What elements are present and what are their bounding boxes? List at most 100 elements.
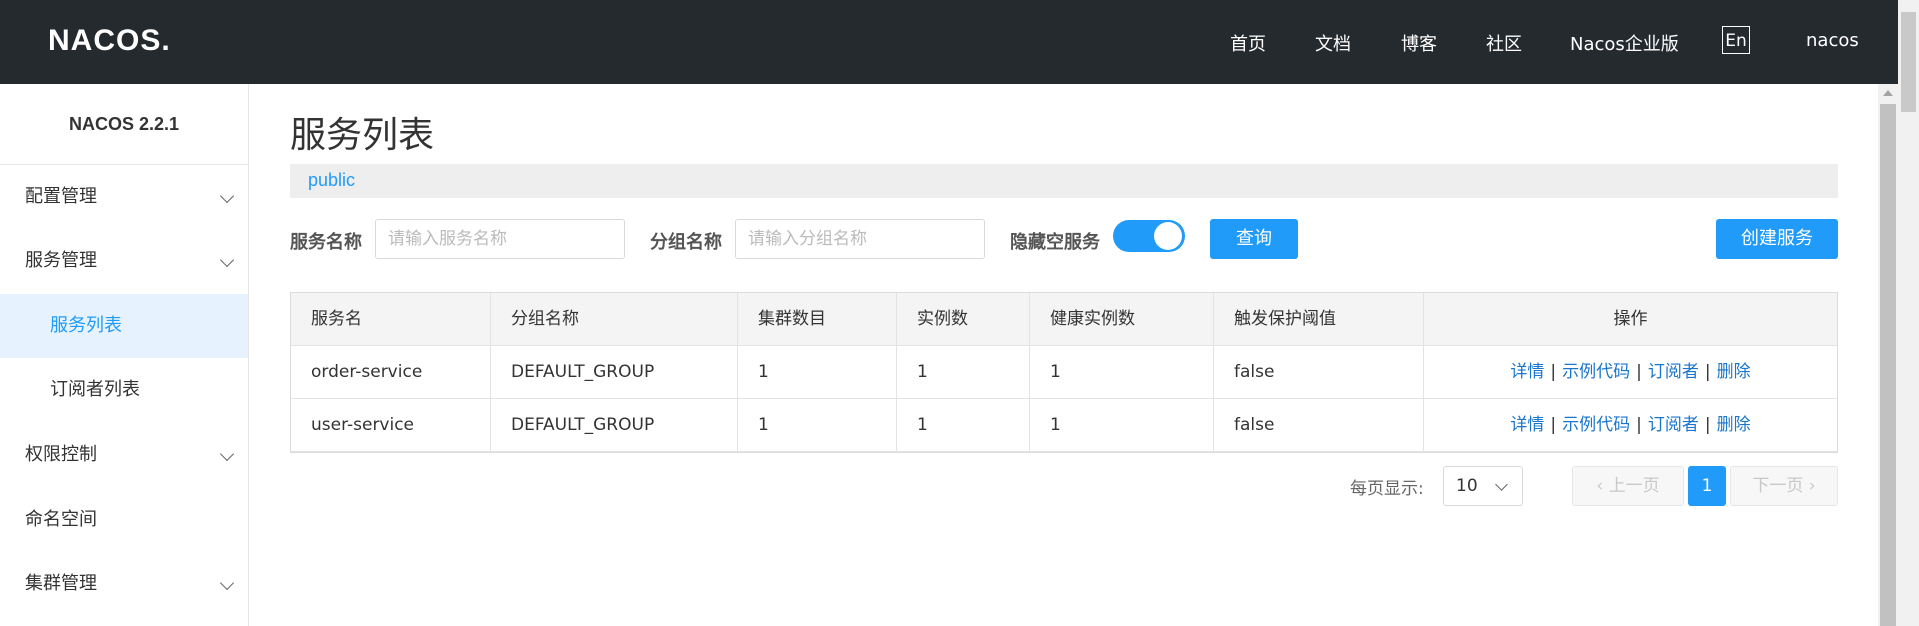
cell-ops: 详情 | 示例代码 | 订阅者 | 删除 (1424, 346, 1837, 399)
service-name-label: 服务名称 (290, 232, 362, 253)
nav-home[interactable]: 首页 (1230, 30, 1266, 56)
page-title: 服务列表 (290, 115, 435, 156)
chevron-left-icon: ‹ (1596, 476, 1604, 496)
service-table: 服务名 分组名称 集群数目 实例数 健康实例数 触发保护阈值 操作 order-… (290, 292, 1838, 453)
sidebar-item-label: 订阅者列表 (50, 379, 140, 400)
chevron-down-icon (219, 446, 235, 462)
column-divider (1423, 293, 1424, 452)
table-row: user-service DEFAULT_GROUP 1 1 1 false 详… (291, 399, 1837, 452)
sidebar-item-access-control[interactable]: 权限控制 (0, 423, 248, 487)
page-scrollbar-thumb[interactable] (1901, 12, 1916, 112)
user-menu[interactable]: nacos (1806, 30, 1859, 51)
next-page-label: 下一页 (1752, 476, 1804, 496)
delete-link[interactable]: 删除 (1717, 415, 1751, 435)
namespace-bar: public (290, 164, 1838, 198)
table-header-row: 服务名 分组名称 集群数目 实例数 健康实例数 触发保护阈值 操作 (291, 293, 1837, 346)
column-header-clusters: 集群数目 (758, 309, 826, 329)
nav-blog[interactable]: 博客 (1401, 30, 1437, 56)
chevron-right-icon: › (1808, 476, 1816, 496)
column-header-healthy: 健康实例数 (1050, 309, 1135, 329)
nav-enterprise[interactable]: Nacos企业版 (1570, 30, 1679, 56)
chevron-down-icon (1495, 478, 1508, 491)
group-name-label: 分组名称 (650, 232, 722, 253)
cell-instances: 1 (917, 415, 928, 435)
sample-code-link[interactable]: 示例代码 (1562, 362, 1630, 382)
sidebar: NACOS 2.2.1 配置管理 服务管理 服务列表 订阅者列表 权限控制 命名… (0, 84, 249, 626)
cell-clusters: 1 (758, 415, 769, 435)
scrollbar-thumb[interactable] (1880, 104, 1896, 626)
cell-group: DEFAULT_GROUP (511, 362, 655, 382)
chevron-down-icon (219, 188, 235, 204)
column-header-service: 服务名 (311, 309, 362, 329)
scroll-up-arrow-icon[interactable] (1883, 90, 1893, 96)
sidebar-item-label: 配置管理 (25, 186, 97, 207)
op-separator: | (1636, 362, 1642, 382)
toggle-knob (1154, 222, 1182, 250)
cell-ops: 详情 | 示例代码 | 订阅者 | 删除 (1424, 399, 1837, 452)
cell-service-name: user-service (311, 415, 415, 435)
top-navbar: NACOS. 首页 文档 博客 社区 Nacos企业版 En nacos (0, 0, 1919, 84)
version-label: NACOS 2.2.1 (0, 84, 248, 165)
op-separator: | (1550, 362, 1557, 382)
sidebar-item-label: 服务列表 (50, 315, 122, 336)
page-scrollbar[interactable] (1898, 0, 1919, 626)
page-1-button[interactable]: 1 (1688, 466, 1726, 506)
op-separator: | (1550, 415, 1557, 435)
delete-link[interactable]: 删除 (1717, 362, 1751, 382)
column-divider (896, 293, 897, 452)
nacos-logo[interactable]: NACOS. (48, 24, 171, 58)
page-size-value: 10 (1456, 476, 1478, 496)
cell-healthy: 1 (1050, 415, 1061, 435)
column-divider (1029, 293, 1030, 452)
sidebar-item-service-management[interactable]: 服务管理 (0, 229, 248, 293)
column-header-instances: 实例数 (917, 309, 968, 329)
chevron-down-icon (219, 252, 235, 268)
create-service-button[interactable]: 创建服务 (1716, 219, 1838, 259)
cell-group: DEFAULT_GROUP (511, 415, 655, 435)
sidebar-item-label: 命名空间 (25, 509, 97, 530)
sidebar-item-config[interactable]: 配置管理 (0, 165, 248, 229)
page-size-label: 每页显示: (1350, 479, 1424, 499)
group-name-input[interactable] (735, 219, 985, 259)
sidebar-item-cluster-management[interactable]: 集群管理 (0, 552, 248, 616)
cell-clusters: 1 (758, 362, 769, 382)
detail-link[interactable]: 详情 (1510, 362, 1544, 382)
column-header-group: 分组名称 (511, 309, 579, 329)
cell-threshold: false (1234, 415, 1275, 435)
prev-page-button[interactable]: ‹ 上一页 (1572, 466, 1684, 506)
hide-empty-label: 隐藏空服务 (1010, 232, 1100, 253)
query-button[interactable]: 查询 (1210, 219, 1298, 259)
nav-community[interactable]: 社区 (1486, 30, 1522, 56)
service-name-input[interactable] (375, 219, 625, 259)
nav-docs[interactable]: 文档 (1315, 30, 1351, 56)
content-scrollbar[interactable] (1878, 84, 1898, 626)
subscribers-link[interactable]: 订阅者 (1648, 362, 1699, 382)
column-header-ops: 操作 (1613, 309, 1648, 329)
chevron-down-icon (219, 575, 235, 591)
cell-instances: 1 (917, 362, 928, 382)
sidebar-item-label: 服务管理 (25, 250, 97, 271)
prev-page-label: 上一页 (1608, 476, 1660, 496)
op-separator: | (1636, 415, 1642, 435)
language-switch-button[interactable]: En (1722, 26, 1750, 54)
sidebar-item-subscribers[interactable]: 订阅者列表 (0, 358, 248, 422)
sidebar-item-namespace[interactable]: 命名空间 (0, 488, 248, 552)
column-divider (737, 293, 738, 452)
sample-code-link[interactable]: 示例代码 (1562, 415, 1630, 435)
column-divider (490, 293, 491, 452)
subscribers-link[interactable]: 订阅者 (1648, 415, 1699, 435)
cell-healthy: 1 (1050, 362, 1061, 382)
op-separator: | (1704, 415, 1711, 435)
hide-empty-toggle[interactable] (1113, 220, 1185, 252)
table-row: order-service DEFAULT_GROUP 1 1 1 false … (291, 346, 1837, 399)
column-divider (1213, 293, 1214, 452)
sidebar-item-label: 权限控制 (25, 444, 97, 465)
page-size-select[interactable]: 10 (1443, 466, 1523, 506)
cell-threshold: false (1234, 362, 1275, 382)
next-page-button[interactable]: 下一页 › (1730, 466, 1838, 506)
namespace-tab-public[interactable]: public (308, 170, 355, 191)
detail-link[interactable]: 详情 (1510, 415, 1544, 435)
sidebar-item-service-list[interactable]: 服务列表 (0, 294, 248, 358)
sidebar-item-label: 集群管理 (25, 573, 97, 594)
cell-service-name: order-service (311, 362, 423, 382)
